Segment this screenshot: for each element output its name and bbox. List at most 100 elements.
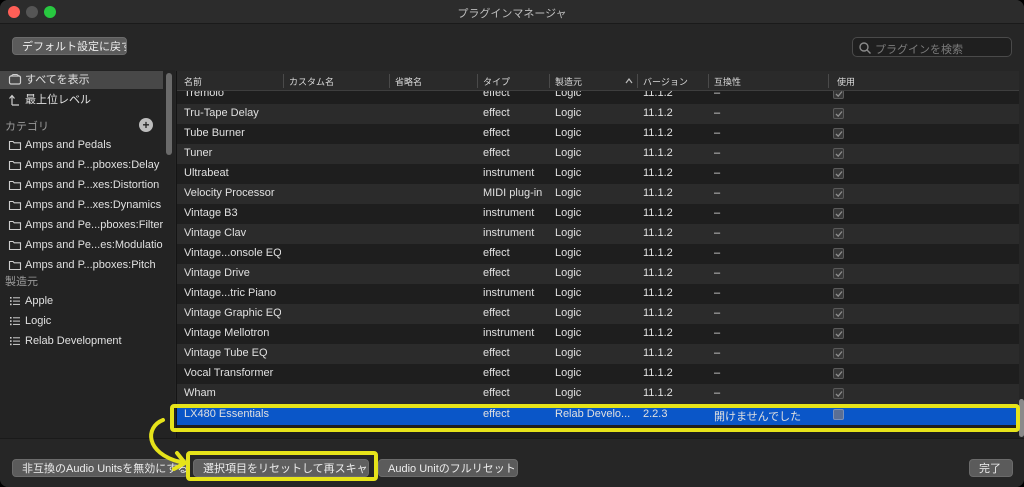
- full-reset-button[interactable]: Audio Unitのフルリセット: [378, 459, 518, 477]
- table-row[interactable]: Vintage Graphic EQ effect Logic 11.1.2 –: [177, 304, 1019, 324]
- cell-compatibility: –: [714, 247, 721, 259]
- use-checkbox[interactable]: [833, 288, 844, 299]
- column-header-short-name[interactable]: 省略名: [395, 75, 422, 88]
- use-checkbox[interactable]: [833, 128, 844, 139]
- cell-manufacturer: Logic: [555, 387, 582, 399]
- restore-defaults-button[interactable]: デフォルト設定に戻す: [12, 37, 127, 55]
- use-checkbox[interactable]: [833, 308, 844, 319]
- sidebar-item-label: すべてを表示: [25, 74, 90, 86]
- cell-version: 11.1.2: [643, 307, 673, 319]
- sidebar-category-item[interactable]: Amps and Pedals: [0, 136, 163, 154]
- use-checkbox[interactable]: [833, 228, 844, 239]
- cell-manufacturer: Logic: [555, 327, 582, 339]
- sidebar-category-item[interactable]: Amps and P...xes:Distortion: [0, 176, 163, 194]
- use-checkbox[interactable]: [833, 248, 844, 259]
- category-header: カテゴリ: [5, 121, 49, 133]
- cell-type: effect: [483, 367, 510, 379]
- table-row[interactable]: Vintage Mellotron instrument Logic 11.1.2 –: [177, 324, 1019, 344]
- cell-compatibility: –: [714, 287, 721, 299]
- cell-manufacturer: Logic: [555, 227, 582, 239]
- cell-manufacturer: Logic: [555, 367, 582, 379]
- table-row[interactable]: Vintage Drive effect Logic 11.1.2 –: [177, 264, 1019, 284]
- all-plugins-icon: [8, 74, 22, 85]
- use-checkbox[interactable]: [833, 368, 844, 379]
- use-checkbox[interactable]: [833, 388, 844, 399]
- sidebar-item-label: Amps and Pe...es:Modulation: [25, 239, 163, 251]
- table-row[interactable]: Vintage B3 instrument Logic 11.1.2 –: [177, 204, 1019, 224]
- column-header-version[interactable]: バージョン: [643, 75, 688, 88]
- cell-type: effect: [483, 247, 510, 259]
- table-row[interactable]: Tube Burner effect Logic 11.1.2 –: [177, 124, 1019, 144]
- checkmark-icon: [835, 371, 843, 378]
- use-checkbox[interactable]: [833, 268, 844, 279]
- sidebar-scrollbar[interactable]: [166, 73, 172, 155]
- use-checkbox[interactable]: [833, 188, 844, 199]
- use-checkbox[interactable]: [833, 328, 844, 339]
- cell-version: 11.1.2: [643, 367, 673, 379]
- sidebar-category-item[interactable]: Amps and P...pboxes:Delay: [0, 156, 163, 174]
- column-header-compatibility[interactable]: 互換性: [714, 75, 741, 88]
- cell-version: 11.1.2: [643, 147, 673, 159]
- cell-name: Tru-Tape Delay: [184, 107, 259, 119]
- sidebar-manufacturer-item[interactable]: Logic: [0, 312, 163, 330]
- column-header-manufacturer[interactable]: 製造元: [555, 75, 582, 88]
- cell-name: Wham: [184, 387, 216, 399]
- table-row[interactable]: Vintage...onsole EQ effect Logic 11.1.2 –: [177, 244, 1019, 264]
- cell-type: effect: [483, 107, 510, 119]
- use-checkbox[interactable]: [833, 91, 844, 99]
- cell-name: Vintage Drive: [184, 267, 250, 279]
- sidebar-item-show-all[interactable]: すべてを表示: [0, 71, 163, 89]
- add-category-button[interactable]: +: [139, 118, 153, 132]
- table-row[interactable]: Ultrabeat instrument Logic 11.1.2 –: [177, 164, 1019, 184]
- use-checkbox[interactable]: [833, 148, 844, 159]
- table-header: 名前 カスタム名 省略名 タイプ 製造元 バージョン 互換性 使用: [177, 71, 1019, 91]
- column-header-name[interactable]: 名前: [184, 75, 202, 88]
- cell-compatibility: –: [714, 187, 721, 199]
- cell-manufacturer: Logic: [555, 167, 582, 179]
- column-header-use[interactable]: 使用: [837, 75, 855, 88]
- cell-name: Vintage B3: [184, 207, 238, 219]
- use-checkbox[interactable]: [833, 208, 844, 219]
- cell-compatibility: –: [714, 347, 721, 359]
- search-input[interactable]: プラグインを検索: [852, 37, 1012, 57]
- cell-version: 11.1.2: [643, 207, 673, 219]
- table-row[interactable]: Vocal Transformer effect Logic 11.1.2 –: [177, 364, 1019, 384]
- table-row[interactable]: Tru-Tape Delay effect Logic 11.1.2 –: [177, 104, 1019, 124]
- column-header-type[interactable]: タイプ: [483, 75, 510, 88]
- sidebar-manufacturer-item[interactable]: Apple: [0, 292, 163, 310]
- cell-name: Vocal Transformer: [184, 367, 274, 379]
- sidebar-category-item[interactable]: Amps and Pe...pboxes:Filter: [0, 216, 163, 234]
- sidebar-category-item[interactable]: Amps and P...xes:Dynamics: [0, 196, 163, 214]
- checkmark-icon: [835, 211, 843, 218]
- sidebar-item-label: Amps and P...pboxes:Delay: [25, 159, 160, 171]
- cell-name: Vintage Tube EQ: [184, 347, 268, 359]
- cell-compatibility: –: [714, 127, 721, 139]
- sidebar-category-item[interactable]: Amps and P...pboxes:Pitch: [0, 256, 163, 274]
- table-row[interactable]: Tremolo effect Logic 11.1.2 –: [177, 91, 1019, 104]
- use-checkbox[interactable]: [833, 168, 844, 179]
- folder-icon: [8, 220, 22, 231]
- folder-icon: [8, 140, 22, 151]
- checkmark-icon: [835, 331, 843, 338]
- table-row[interactable]: Vintage Clav instrument Logic 11.1.2 –: [177, 224, 1019, 244]
- cell-version: 11.1.2: [643, 387, 673, 399]
- sidebar-item-top-level[interactable]: 最上位レベル: [0, 91, 163, 109]
- table-scrollbar[interactable]: [1019, 71, 1024, 438]
- use-checkbox[interactable]: [833, 108, 844, 119]
- cell-name: Tremolo: [184, 91, 224, 99]
- sidebar-category-item[interactable]: Amps and Pe...es:Modulation: [0, 236, 163, 254]
- checkmark-icon: [835, 171, 843, 178]
- search-icon: [859, 42, 871, 54]
- use-checkbox[interactable]: [833, 348, 844, 359]
- table-row[interactable]: Velocity Processor MIDI plug-in Logic 11.1.…: [177, 184, 1019, 204]
- cell-manufacturer: Logic: [555, 287, 582, 299]
- column-header-custom-name[interactable]: カスタム名: [289, 75, 334, 88]
- cell-name: Velocity Processor: [184, 187, 275, 199]
- table-row[interactable]: Wham effect Logic 11.1.2 –: [177, 384, 1019, 404]
- table-row[interactable]: Vintage...tric Piano instrument Logic 11.1.…: [177, 284, 1019, 304]
- table-row[interactable]: Tuner effect Logic 11.1.2 –: [177, 144, 1019, 164]
- table-row[interactable]: Vintage Tube EQ effect Logic 11.1.2 –: [177, 344, 1019, 364]
- done-button[interactable]: 完了: [969, 459, 1013, 477]
- cell-type: instrument: [483, 227, 535, 239]
- sidebar-manufacturer-item[interactable]: Relab Development: [0, 332, 163, 350]
